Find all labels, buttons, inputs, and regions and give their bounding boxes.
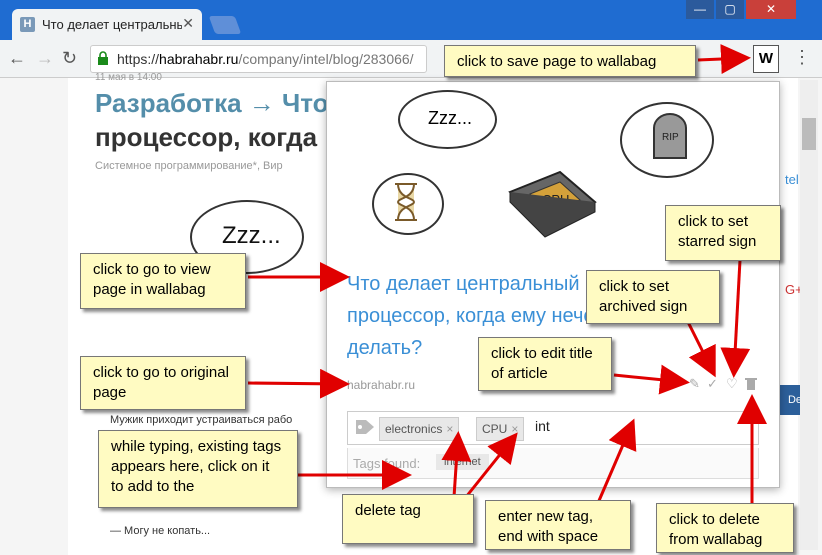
- callout-view: click to go to view page in wallabag: [80, 253, 246, 309]
- callout-save: click to save page to wallabag: [444, 45, 696, 77]
- callout-delete: click to delete from wallabag: [656, 503, 794, 553]
- callout-archived: click to set archived sign: [586, 270, 720, 324]
- callout-edit: click to edit title of article: [478, 337, 612, 391]
- callout-original: click to go to original page: [80, 356, 246, 410]
- callout-typing: while typing, existing tags appears here…: [98, 430, 298, 508]
- callout-starred: click to set starred sign: [665, 205, 781, 261]
- callout-new-tag: enter new tag, end with space: [485, 500, 631, 550]
- callout-delete-tag: delete tag: [342, 494, 474, 544]
